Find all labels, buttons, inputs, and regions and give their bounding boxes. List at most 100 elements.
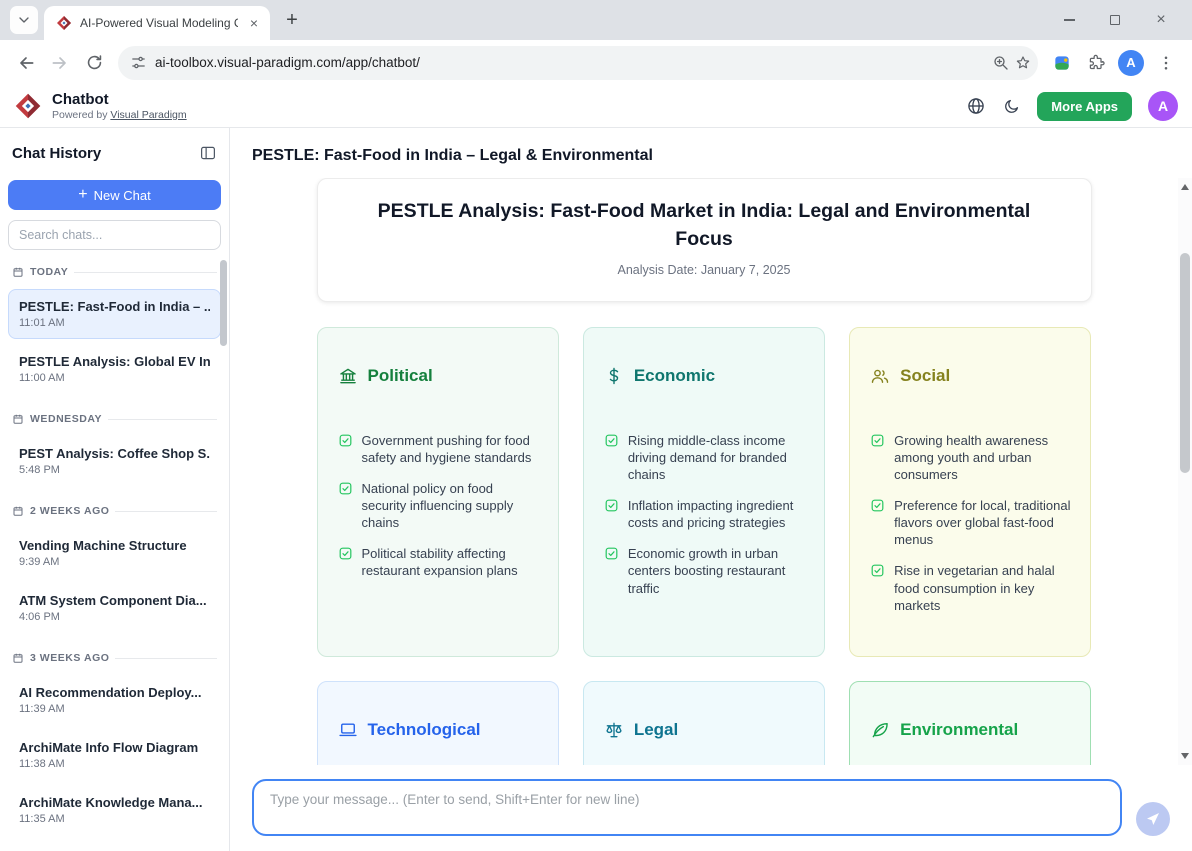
app-user-avatar[interactable]: A [1148,91,1178,121]
extension-shortcut-button[interactable] [1046,47,1078,79]
tab-close-icon[interactable]: × [246,15,262,31]
tune-icon [130,54,147,71]
card-point: Government pushing for food safety and h… [338,432,538,466]
card-point-text: Economic growth in urban centers boostin… [628,545,804,596]
card-legal: Legal [583,681,825,765]
zoom-magnifier-icon [992,54,1010,72]
send-button[interactable] [1136,802,1170,836]
check-square-icon [604,498,619,531]
section-header-3-weeks-ago: 3 WEEKS AGO [0,638,229,670]
chat-main: PESTLE: Fast-Food in India – Legal & Env… [230,128,1192,851]
chat-item-title: PESTLE Analysis: Global EV In... [19,354,210,369]
new-tab-button[interactable]: + [278,6,306,34]
message-composer [230,765,1192,851]
card-point-text: Growing health awareness among youth and… [894,432,1070,483]
window-minimize-button[interactable] [1046,0,1092,40]
scroll-down-arrow[interactable] [1181,753,1189,759]
message-input[interactable] [252,779,1122,836]
window-controls: × [1046,0,1184,40]
tab-title: AI-Powered Visual Modeling Ch [80,16,238,30]
colored-extension-icon [1052,53,1072,73]
powered-by-prefix: Powered by [52,109,110,121]
browser-toolbar: ai-toolbox.visual-paradigm.com/app/chatb… [0,40,1192,85]
theme-toggle-button[interactable] [1002,97,1021,116]
chat-item-time: 4:06 PM [19,611,210,623]
scroll-up-arrow[interactable] [1181,184,1189,190]
minimize-icon [1064,19,1075,21]
window-maximize-button[interactable] [1092,0,1138,40]
card-point-text: Rise in vegetarian and halal food consum… [894,562,1070,613]
zoom-indicator-button[interactable] [992,54,1010,72]
bookmark-star-button[interactable] [1014,54,1032,72]
main-scrollbar[interactable] [1178,178,1192,765]
new-chat-button[interactable]: + New Chat [8,180,221,210]
card-point: Inflation impacting ingredient costs and… [604,497,804,531]
card-point-text: Inflation impacting ingredient costs and… [628,497,804,531]
chat-history-item[interactable]: Vending Machine Structure 9:39 AM [8,528,221,578]
app-title: Chatbot [52,91,187,108]
extensions-button[interactable] [1080,47,1112,79]
site-info-button[interactable] [130,54,147,71]
visual-paradigm-link[interactable]: Visual Paradigm [110,109,186,121]
check-square-icon [604,433,619,483]
language-button[interactable] [966,96,986,116]
calendar-icon [12,266,24,278]
card-point-text: Preference for local, traditional flavor… [894,497,1070,548]
card-title: Economic [634,366,715,386]
refresh-icon [85,53,104,72]
check-square-icon [870,433,885,483]
check-square-icon [604,546,619,596]
more-apps-button[interactable]: More Apps [1037,92,1132,121]
chat-history-item[interactable]: ArchiMate Knowledge Mana... 11:35 AM [8,785,221,835]
chat-history-item[interactable]: ATM System Component Dia... 4:06 PM [8,583,221,633]
chat-history-item[interactable]: PESTLE Analysis: Global EV In... 11:00 A… [8,344,221,394]
chat-item-time: 11:00 AM [19,372,210,384]
chat-item-title: Vending Machine Structure [19,538,210,553]
chat-item-time: 11:39 AM [19,703,210,715]
chat-history-item[interactable]: AI Recommendation Deploy... 11:39 AM [8,675,221,725]
chat-history-item[interactable]: ArchiMate Info Flow Diagram 11:38 AM [8,730,221,780]
card-point: Rising middle-class income driving deman… [604,432,804,483]
browser-tab-strip: AI-Powered Visual Modeling Ch × + × [0,0,1192,40]
new-chat-label: New Chat [94,188,151,203]
leaf-icon [870,720,890,740]
section-header-2-weeks-ago: 2 WEEKS AGO [0,491,229,523]
search-chats-input[interactable] [8,220,221,250]
card-point-text: Political stability affecting restaurant… [362,545,538,579]
browser-window: AI-Powered Visual Modeling Ch × + × ai-t… [0,0,1192,851]
window-close-button[interactable]: × [1138,0,1184,40]
scrollbar-thumb[interactable] [1180,253,1190,473]
check-square-icon [338,481,353,531]
url-text: ai-toolbox.visual-paradigm.com/app/chatb… [155,55,992,70]
forward-button[interactable] [44,47,76,79]
chat-item-title: ATM System Component Dia... [19,593,210,608]
calendar-icon [12,652,24,664]
check-square-icon [338,433,353,466]
moon-icon [1002,97,1021,116]
sidebar-scrollbar-thumb[interactable] [220,260,227,346]
chat-history-item[interactable]: PESTLE: Fast-Food in India – ... 11:01 A… [8,289,221,339]
tab-search-button[interactable] [10,6,38,34]
back-button[interactable] [10,47,42,79]
browser-tab[interactable]: AI-Powered Visual Modeling Ch × [44,6,270,40]
browser-menu-button[interactable] [1150,47,1182,79]
section-label: WEDNESDAY [30,413,102,425]
globe-icon [966,96,986,116]
arrow-right-icon [50,53,70,73]
sidebar-panel-icon [199,144,217,162]
chat-message-area: PESTLE Analysis: Fast-Food Market in Ind… [230,178,1192,765]
collapse-sidebar-button[interactable] [199,144,217,162]
chat-item-title: PEST Analysis: Coffee Shop S... [19,446,210,461]
card-economic: Economic Rising middle-class income driv… [583,327,825,657]
card-point-text: Rising middle-class income driving deman… [628,432,804,483]
chat-item-title: PESTLE: Fast-Food in India – ... [19,299,210,314]
address-bar[interactable]: ai-toolbox.visual-paradigm.com/app/chatb… [118,46,1038,80]
refresh-button[interactable] [78,47,110,79]
browser-profile-avatar[interactable]: A [1118,50,1144,76]
chat-history-item[interactable]: PEST Analysis: Coffee Shop S... 5:48 PM [8,436,221,486]
card-technological: Technological [317,681,559,765]
check-square-icon [870,563,885,613]
plus-icon: + [78,187,87,203]
report-title: PESTLE Analysis: Fast-Food Market in Ind… [348,197,1061,254]
card-title: Social [900,366,950,386]
